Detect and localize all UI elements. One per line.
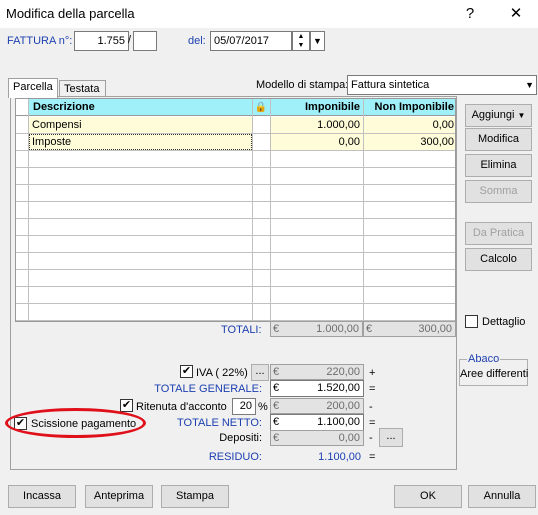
abaco-value: Aree differenti [460,368,529,380]
header-imponibile[interactable]: Imponibile [270,99,363,116]
totale-netto-operator: = [369,417,376,429]
window-title: Modifica della parcella [6,6,135,21]
totale-netto-label: TOTALE NETTO: [177,417,262,429]
aggiungi-button[interactable]: Aggiungi ▼ [465,104,532,127]
ritenuta-checkbox[interactable]: ✔ [120,399,133,412]
lock-icon: 🔒 [252,99,270,116]
dettaglio-checkbox[interactable] [465,315,478,328]
del-label: del: [188,35,206,47]
table-row[interactable]: Imposte [29,134,252,150]
iva-checkbox[interactable]: ✔ [180,365,193,378]
spin-up-icon[interactable]: ▲ [293,32,309,41]
totale-generale-operator: = [369,383,376,395]
iva-detail-button[interactable]: ... [251,364,269,381]
abaco-title: Abaco [467,353,501,365]
annulla-button[interactable]: Annulla [468,485,536,508]
ritenuta-field: € 200,00 [270,398,364,414]
modello-value: Fattura sintetica [351,79,430,91]
somma-button[interactable]: Somma [465,180,532,203]
iva-operator: + [369,367,376,379]
totali-label: TOTALI: [221,324,262,336]
modello-label: Modello di stampa: [256,79,349,91]
tab-parcella[interactable]: Parcella [8,78,58,98]
header-descrizione[interactable]: Descrizione [29,99,265,116]
table-row[interactable]: Compensi [29,117,252,133]
voci-table[interactable]: Descrizione 🔒 Imponibile Non Imponibile … [15,98,456,322]
ritenuta-label: Ritenuta d'acconto [136,401,227,413]
calcolo-button[interactable]: Calcolo [465,248,532,271]
residuo-label: RESIDUO: [208,451,262,463]
totali-imponibile-field: € 1.000,00 [270,321,363,337]
date-spinner[interactable]: ▲ ▼ [292,31,310,51]
fattura-numero-field[interactable]: 1.755 [74,31,129,51]
row-non-imponibile[interactable]: 300,00 [363,134,455,150]
depositi-operator: - [369,432,373,444]
stampa-button[interactable]: Stampa [161,485,229,508]
modello-select[interactable]: Fattura sintetica ▼ [347,75,537,95]
caret-down-icon: ▼ [517,111,526,120]
ritenuta-percent-sign: % [258,401,268,413]
dettaglio-label: Dettaglio [482,316,526,328]
iva-field: € 220,00 [270,364,364,380]
totali-non-imponibile-field: € 300,00 [363,321,456,337]
depositi-detail-button[interactable]: ... [379,428,403,447]
totale-generale-field[interactable]: € 1.520,00 [270,380,364,397]
row-non-imponibile[interactable]: 0,00 [363,117,455,133]
calendar-dropdown-icon[interactable]: ▼ [310,31,325,51]
iva-label: IVA ( 22%) [196,367,248,379]
modifica-button[interactable]: Modifica [465,128,532,151]
data-field[interactable]: 05/07/2017 [210,31,292,51]
ritenuta-operator: - [369,401,373,413]
residuo-value: 1.100,00 [318,451,361,463]
spin-down-icon[interactable]: ▼ [293,41,309,50]
incassa-button[interactable]: Incassa [8,485,76,508]
totale-netto-field[interactable]: € 1.100,00 [270,414,364,431]
fattura-suffisso-field[interactable] [133,31,157,51]
totale-generale-label: TOTALE GENERALE: [154,383,262,395]
row-imponibile[interactable]: 0,00 [270,134,363,150]
tab-testata[interactable]: Testata [59,80,106,97]
row-imponibile[interactable]: 1.000,00 [270,117,363,133]
close-button[interactable]: ✕ [504,4,528,24]
depositi-field: € 0,00 [270,430,364,446]
chevron-down-icon[interactable]: ▼ [525,76,534,94]
fattura-label: FATTURA n°: [7,35,73,47]
ok-button[interactable]: OK [394,485,462,508]
help-button[interactable]: ? [458,4,482,24]
header-non-imponibile[interactable]: Non Imponibile [363,99,455,116]
anteprima-button[interactable]: Anteprima [85,485,153,508]
highlight-ellipse [5,408,146,438]
depositi-label: Depositi: [219,432,262,444]
da-pratica-button[interactable]: Da Pratica [465,222,532,245]
fattura-slash: / [128,34,132,46]
ritenuta-percent-field[interactable]: 20 [232,398,256,415]
elimina-button[interactable]: Elimina [465,154,532,177]
residuo-operator: = [369,451,376,463]
